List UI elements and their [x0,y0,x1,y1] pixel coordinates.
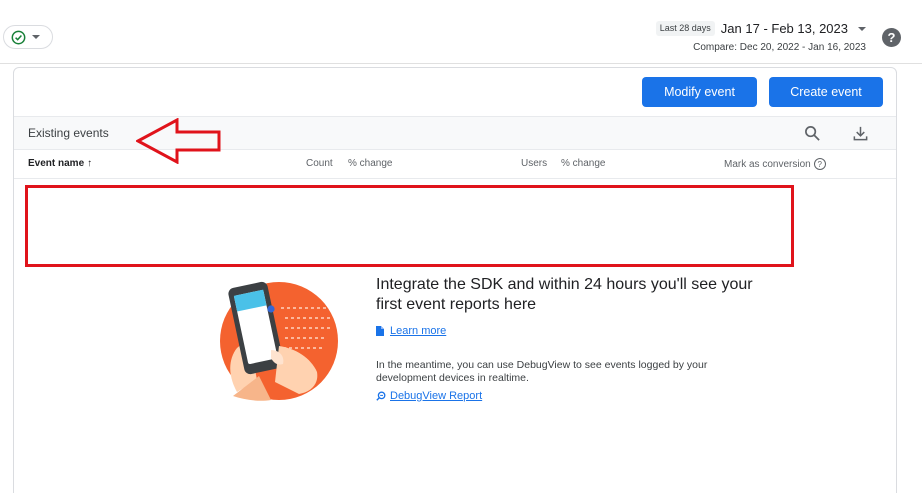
column-header-event-name[interactable]: Event name ↑ [28,158,92,169]
column-header-users-change[interactable]: % change [561,158,605,169]
search-icon[interactable] [804,125,821,142]
debugview-report-link[interactable]: DebugView Report [376,390,482,402]
help-icon[interactable]: ? [882,28,901,47]
annotation-arrow-icon [136,118,221,164]
column-header-count[interactable]: Count [306,158,333,169]
sort-arrow-icon: ↑ [87,158,93,169]
column-header-users[interactable]: Users [521,158,547,169]
empty-state-heading: Integrate the SDK and within 24 hours yo… [376,276,753,313]
date-range-picker[interactable]: Last 28 days Jan 17 - Feb 13, 2023 Compa… [655,21,866,53]
help-icon[interactable]: ? [813,158,826,170]
create-event-button[interactable]: Create event [769,77,883,107]
column-label: Event name [28,158,85,169]
check-circle-icon [11,30,26,44]
divider [14,178,896,179]
compare-range-text: Compare: Dec 20, 2022 - Jan 16, 2023 [693,42,866,53]
meantime-text: In the meantime, you can use DebugView t… [376,359,708,384]
chevron-down-icon [858,26,866,31]
zoom-search-icon [376,391,386,401]
chevron-down-icon [32,35,40,39]
column-header-mark-conversion: Mark as conversion ? [724,158,826,170]
modify-event-button[interactable]: Modify event [642,77,757,107]
date-preset-badge: Last 28 days [655,21,715,36]
column-label: Mark as conversion [724,158,811,170]
data-status-dropdown[interactable] [3,25,53,49]
download-icon[interactable] [852,125,869,142]
document-icon [376,326,384,336]
section-title: Existing events [28,126,109,140]
phone-illustration [220,281,338,401]
column-header-count-change[interactable]: % change [348,158,392,169]
annotation-highlight-box [25,185,794,267]
link-text: DebugView Report [390,390,483,402]
link-text: Learn more [390,325,447,337]
date-range-text: Jan 17 - Feb 13, 2023 [720,21,848,36]
divider [0,63,922,64]
learn-more-link[interactable]: Learn more [376,325,446,337]
